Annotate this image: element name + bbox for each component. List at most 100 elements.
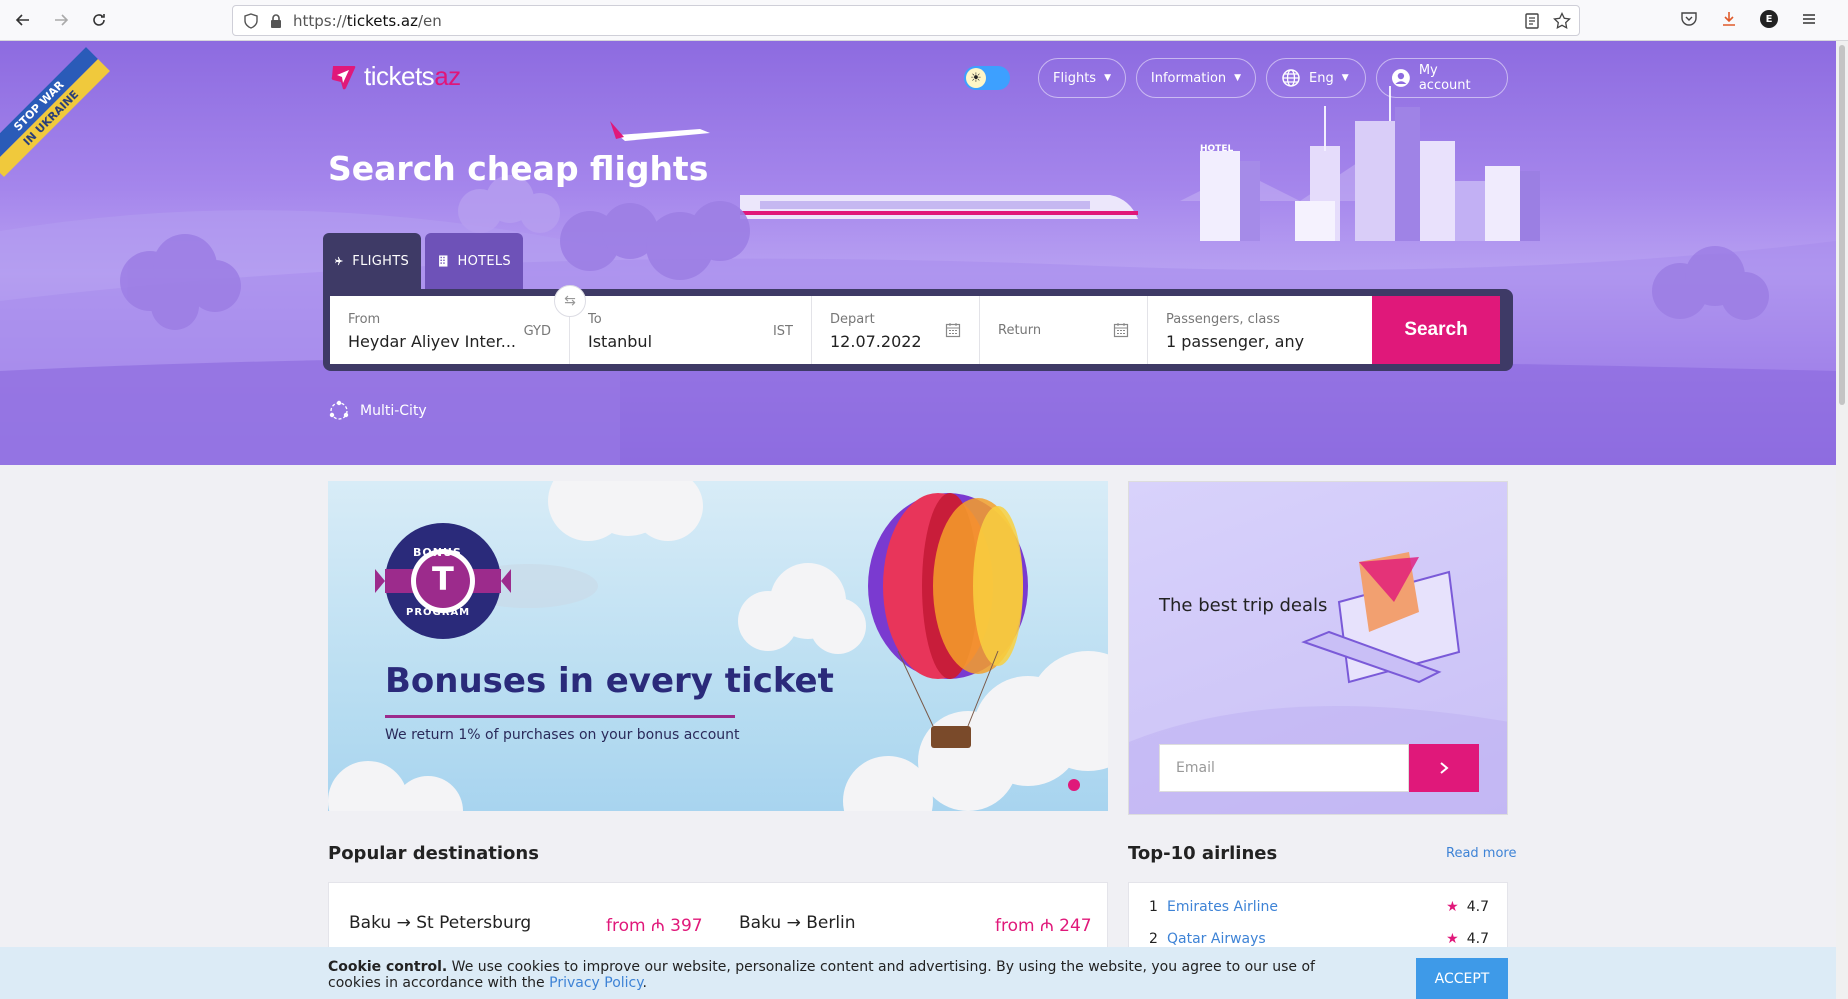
- nav-flights-dropdown[interactable]: Flights ▼: [1038, 58, 1126, 98]
- popular-destinations-title: Popular destinations: [328, 843, 539, 864]
- return-date-field[interactable]: Return: [980, 296, 1148, 364]
- badge-letter: T: [432, 560, 454, 598]
- swap-airports-button[interactable]: ⇆: [554, 285, 586, 317]
- banner-subtitle: We return 1% of purchases on your bonus …: [385, 727, 740, 743]
- page-scrollbar[interactable]: [1836, 41, 1848, 999]
- my-account-button[interactable]: My account: [1376, 58, 1508, 98]
- hero-section: HOTEL STOP WAR IN UKRAINE ticketsaz ☀ Fl: [0, 41, 1836, 465]
- privacy-policy-link[interactable]: Privacy Policy: [549, 975, 642, 991]
- from-field[interactable]: From Heydar Aliyev Inter... GYD: [330, 296, 570, 364]
- depart-date-field[interactable]: Depart 12.07.2022: [812, 296, 980, 364]
- chevron-right-icon: [1440, 762, 1449, 774]
- calendar-icon: [945, 323, 961, 338]
- caret-down-icon: ▼: [1104, 73, 1111, 83]
- pocket-icon[interactable]: [1680, 10, 1698, 28]
- caret-down-icon: ▼: [1341, 73, 1349, 83]
- cookie-text: Cookie control. We use cookies to improv…: [328, 959, 1348, 991]
- forward-icon[interactable]: [46, 5, 76, 35]
- lock-icon[interactable]: [269, 13, 283, 29]
- logo-mark-icon: [331, 65, 356, 89]
- badge-top-text: BONUS: [413, 546, 462, 559]
- deals-title: The best trip deals: [1159, 595, 1328, 616]
- shield-icon[interactable]: [243, 12, 259, 29]
- carousel-dot[interactable]: [1068, 779, 1080, 791]
- nav-flights-label: Flights: [1053, 70, 1097, 86]
- my-account-label: My account: [1418, 63, 1471, 93]
- from-code: GYD: [523, 324, 551, 339]
- scrollbar-thumb[interactable]: [1839, 45, 1845, 405]
- top-airlines-title: Top-10 airlines: [1128, 843, 1278, 864]
- browser-toolbar: https://tickets.az/en E: [0, 0, 1848, 41]
- to-value: Istanbul: [588, 332, 653, 351]
- logo-text-main: tickets: [364, 61, 435, 91]
- airline-row[interactable]: 2 Qatar Airways ★ 4.7: [1149, 931, 1489, 947]
- passengers-field[interactable]: Passengers, class 1 passenger, any: [1148, 296, 1372, 364]
- cookie-banner: Cookie control. We use cookies to improv…: [0, 947, 1836, 999]
- url-path: /en: [418, 11, 442, 30]
- to-label: To: [588, 312, 602, 327]
- airline-rank: 1: [1149, 899, 1158, 915]
- search-tabs: FLIGHTS HOTELS: [323, 233, 523, 289]
- nav-information-label: Information: [1150, 70, 1227, 86]
- return-label: Return: [998, 323, 1042, 338]
- multi-city-link[interactable]: Multi-City: [328, 400, 427, 422]
- language-label: Eng: [1309, 70, 1334, 86]
- banner-divider: [385, 715, 735, 718]
- nav-information-dropdown[interactable]: Information ▼: [1136, 58, 1256, 98]
- depart-value: 12.07.2022: [830, 332, 922, 351]
- route-price[interactable]: from ₼ 397: [606, 913, 703, 936]
- downloads-icon[interactable]: [1720, 10, 1738, 28]
- tab-flights-label: FLIGHTS: [352, 253, 409, 269]
- banner-illustration: [328, 481, 1108, 811]
- passengers-value: 1 passenger, any: [1166, 332, 1305, 351]
- airline-name[interactable]: Qatar Airways: [1167, 931, 1446, 947]
- calendar-icon: [1113, 323, 1129, 338]
- multi-city-label: Multi-City: [360, 403, 427, 419]
- language-selector[interactable]: Eng ▼: [1266, 58, 1366, 98]
- user-icon: [1391, 69, 1410, 87]
- globe-icon: [1282, 69, 1300, 87]
- theme-toggle[interactable]: ☀: [964, 66, 1010, 90]
- airplane-icon: [335, 256, 344, 266]
- reader-view-icon[interactable]: [1523, 12, 1541, 30]
- url-scheme: https://: [293, 11, 347, 30]
- from-label: From: [348, 312, 381, 327]
- hotel-sign: HOTEL: [1200, 144, 1233, 154]
- star-icon: ★: [1446, 899, 1459, 915]
- bonus-banner[interactable]: BONUS T PROGRAM Bonuses in every ticket …: [328, 481, 1108, 811]
- hero-illustration: HOTEL: [0, 86, 1836, 465]
- passengers-label: Passengers, class: [1166, 312, 1280, 327]
- tab-flights[interactable]: FLIGHTS: [323, 233, 421, 289]
- from-value: Heydar Aliyev Inter...: [348, 332, 517, 351]
- accept-cookies-button[interactable]: ACCEPT: [1416, 958, 1508, 999]
- back-icon[interactable]: [8, 5, 38, 35]
- site-logo[interactable]: ticketsaz: [328, 61, 461, 92]
- multi-city-icon: [329, 400, 349, 420]
- bookmark-star-icon[interactable]: [1553, 11, 1571, 30]
- depart-label: Depart: [830, 312, 875, 327]
- search-button[interactable]: Search: [1372, 296, 1500, 364]
- flight-search-form: From Heydar Aliyev Inter... GYD To Istan…: [323, 289, 1513, 371]
- airline-row[interactable]: 1 Emirates Airline ★ 4.7: [1149, 899, 1489, 915]
- banner-title: Bonuses in every ticket: [385, 661, 834, 701]
- to-field[interactable]: To Istanbul IST: [570, 296, 812, 364]
- route-price[interactable]: from ₼ 247: [995, 913, 1092, 936]
- url-host: tickets.az: [346, 11, 418, 30]
- menu-icon[interactable]: [1800, 10, 1818, 28]
- route-link[interactable]: Baku → Berlin: [739, 913, 856, 933]
- profile-avatar[interactable]: E: [1760, 10, 1778, 28]
- tab-hotels-label: HOTELS: [457, 253, 511, 269]
- sun-cloud-icon: ☀: [966, 68, 986, 88]
- subscribe-button[interactable]: [1409, 744, 1479, 792]
- route-link[interactable]: Baku → St Petersburg: [349, 913, 531, 933]
- read-more-link[interactable]: Read more: [1446, 846, 1516, 861]
- address-bar[interactable]: https://tickets.az/en: [232, 5, 1580, 36]
- airline-name[interactable]: Emirates Airline: [1167, 899, 1446, 915]
- hero-title: Search cheap flights: [328, 149, 709, 188]
- badge-bottom-text: PROGRAM: [406, 607, 471, 618]
- tab-hotels[interactable]: HOTELS: [425, 233, 523, 289]
- logo-text-accent: az: [434, 61, 461, 91]
- reload-icon[interactable]: [84, 5, 114, 35]
- email-input[interactable]: Email: [1159, 744, 1409, 792]
- cookie-end: .: [642, 975, 647, 991]
